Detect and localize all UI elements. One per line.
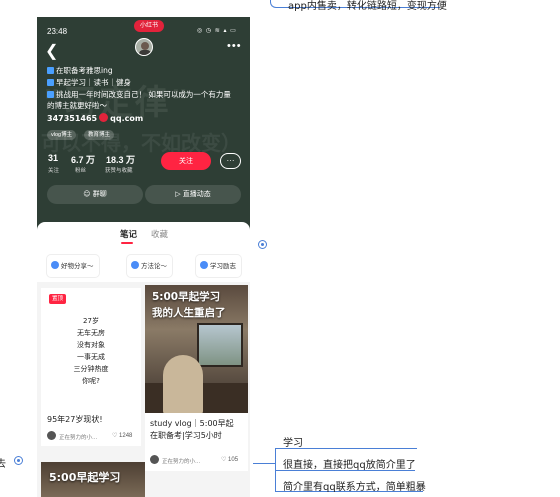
bullet-icon (47, 79, 54, 86)
tab-notes[interactable]: 笔记 (120, 228, 137, 240)
window-illustration (197, 323, 243, 367)
note-card-partial[interactable]: 5:00早起学习 (41, 462, 145, 497)
card-text-line: 没有对象 (77, 341, 105, 349)
status-time: 23:48 (47, 27, 68, 36)
app-badge: 小红书 (134, 20, 165, 32)
mindmap-node-left[interactable]: 去 (0, 455, 6, 470)
cover-title: 5:00早起学习 (49, 471, 121, 484)
stat-likes-label: 获赞与收藏 (105, 168, 133, 174)
stat-following-label: 关注 (48, 168, 60, 174)
stat-likes-value[interactable]: 18.3 万 (106, 153, 135, 166)
bio-line: 早起学习｜读书｜健身 (47, 77, 131, 88)
profile-header: "习定律" 可以不得，不如改变） 23:48 小红书 ◎ ◷ ≋ ▴ ▭ ❮ •… (37, 17, 250, 242)
tab-active-indicator (121, 242, 133, 244)
qq-contact: 347351465 qq.com (47, 113, 144, 123)
bio-line: 挑战用一年时间改变自己！ 如果可以成为一个有力量 (47, 89, 231, 100)
chat-icon[interactable]: ··· (220, 153, 241, 169)
stat-followers-label: 粉丝 (75, 168, 87, 174)
card-text-line: 你呢? (82, 377, 100, 385)
collection-chip[interactable]: 好物分享～ (47, 255, 99, 277)
mindmap-node-top[interactable]: app内售卖，转化链路短，变现方便 (288, 0, 447, 12)
stat-following-value[interactable]: 31 (48, 153, 58, 163)
phone-screenshot: "习定律" 可以不得，不如改变） 23:48 小红书 ◎ ◷ ≋ ▴ ▭ ❮ •… (37, 17, 250, 497)
profile-tag[interactable]: vlog博主 (47, 130, 77, 140)
mindmap-connector (253, 447, 275, 464)
mindmap-collapse-icon[interactable] (258, 240, 267, 249)
stat-followers-value[interactable]: 6.7 万 (71, 153, 95, 166)
card-text-line: 无车无房 (77, 329, 105, 337)
avatar-image (139, 42, 151, 55)
author-name: 正在努力的小... (59, 435, 98, 441)
back-icon[interactable]: ❮ (45, 41, 58, 61)
live-button[interactable]: ▷ 直播动态 (145, 185, 241, 204)
canvas: app内售卖，转化链路短，变现方便 去 学习 很直接，直接把qq放简介里了 简介… (0, 0, 560, 497)
card-text-line: 27岁 (83, 317, 99, 325)
card-title: 95年27岁现状! (47, 415, 103, 424)
mindmap-collapse-icon[interactable] (14, 456, 23, 465)
card-text-line: 一事无成 (77, 353, 105, 361)
tab-bar: 笔记 收藏 (37, 222, 250, 246)
card-cover-image: 5:00早起学习 我的人生重启了 (145, 285, 248, 413)
group-icon: ☺ (83, 190, 93, 198)
collection-icon (131, 261, 139, 269)
mindmap-node[interactable]: 学习 (283, 434, 303, 449)
avatar[interactable] (135, 38, 153, 56)
status-icons: ◎ ◷ ≋ ▴ ▭ (197, 28, 237, 34)
person-illustration (163, 355, 203, 413)
author-avatar (150, 455, 159, 464)
bio-line: 在职备考雅思ing (47, 65, 113, 76)
more-icon[interactable]: ••• (227, 40, 242, 52)
bullet-icon (47, 67, 54, 74)
collection-bar: 好物分享～ 方法论～ 学习励志 (37, 255, 250, 279)
collection-icon (200, 261, 208, 269)
tab-collections[interactable]: 收藏 (151, 228, 168, 240)
collection-chip[interactable]: 方法论～ (127, 255, 172, 277)
cover-subtitle: 我的人生重启了 (152, 307, 226, 319)
author-name: 正在努力的小... (162, 459, 201, 465)
cover-title: 5:00早起学习 (152, 291, 221, 303)
heart-icon: ♡ (221, 457, 229, 463)
redact-icon (99, 113, 109, 122)
profile-tag[interactable]: 教育博主 (84, 130, 115, 140)
card-title: study vlog｜5:00早起 (150, 419, 234, 428)
collection-icon (51, 261, 59, 269)
group-chat-button[interactable]: ☺ 群聊 (47, 185, 143, 204)
follow-button[interactable]: 关注 (161, 152, 211, 170)
like-count[interactable]: ♡ 105 (221, 456, 238, 463)
mindmap-node[interactable]: 很直接，直接把qq放简介里了 (283, 456, 416, 471)
heart-icon: ♡ (112, 433, 120, 439)
live-icon: ▷ (175, 190, 183, 198)
note-card[interactable]: 5:00早起学习 我的人生重启了 study vlog｜5:00早起 在职备考|… (145, 285, 248, 471)
card-title: 在职备考|学习5小时 (150, 431, 222, 440)
card-text-line: 三分钟热度 (73, 365, 109, 373)
bullet-icon (47, 91, 54, 98)
bio-line: 的博主就更好啦～ (47, 101, 107, 110)
collection-chip[interactable]: 学习励志 (196, 255, 241, 277)
like-count[interactable]: ♡ 1248 (112, 432, 132, 439)
mindmap-node[interactable]: 简介里有qq联系方式，简单粗暴 (283, 478, 426, 493)
pinned-badge: 置顶 (49, 294, 67, 304)
author-avatar (47, 431, 56, 440)
note-card[interactable]: 置顶 27岁 无车无房 没有对象 一事无成 三分钟热度 你呢? 95年27岁现状… (41, 288, 141, 446)
